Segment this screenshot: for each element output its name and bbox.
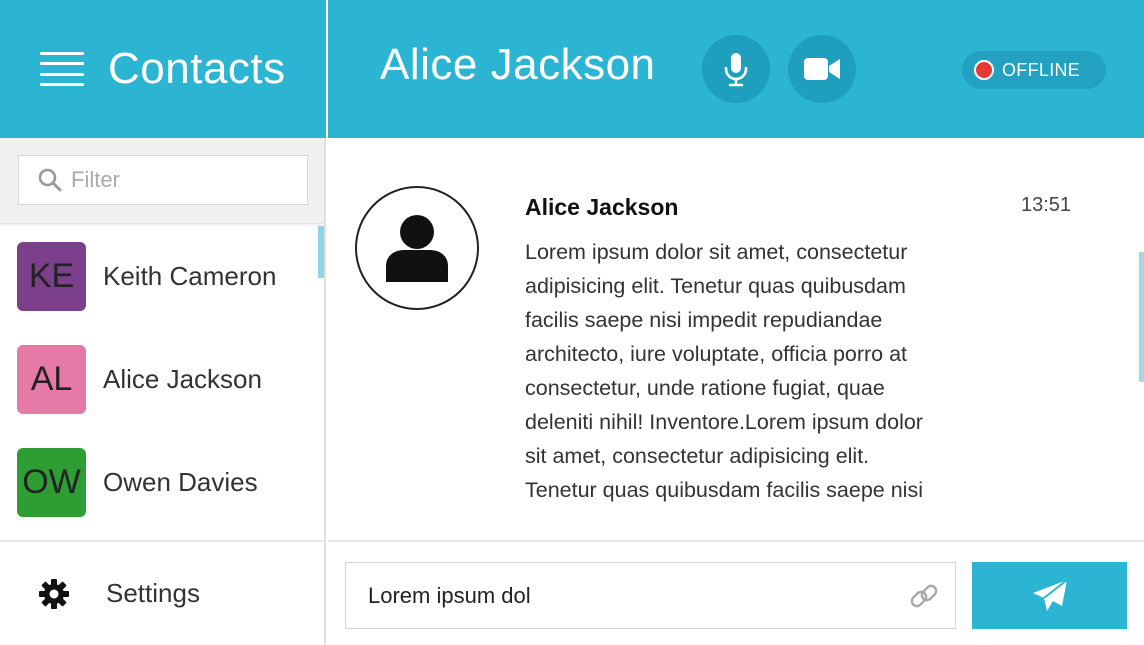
contact-item-owen-davies[interactable]: OW Owen Davies	[0, 432, 318, 532]
message-input[interactable]	[368, 582, 888, 609]
sidebar-title: Contacts	[108, 44, 286, 93]
hamburger-menu-icon[interactable]	[40, 52, 84, 86]
user-silhouette-icon	[386, 215, 448, 282]
avatar: KE	[17, 241, 86, 311]
status-dot	[974, 60, 994, 80]
message-sender: Alice Jackson	[525, 194, 679, 220]
settings-label: Settings	[106, 578, 200, 608]
message-text: Lorem ipsum dolor sit amet, consectetur …	[525, 240, 923, 502]
link-icon[interactable]	[907, 579, 941, 613]
contact-item-keith-cameron[interactable]: KE Keith Cameron	[0, 226, 318, 326]
message-panel[interactable]: Alice Jackson 13:51 Lorem ipsum dolor si…	[328, 138, 1144, 540]
microphone-icon	[724, 53, 748, 87]
contact-list-scrollbar[interactable]	[318, 226, 324, 278]
gear-icon	[39, 578, 69, 609]
message-timestamp: 13:51	[1021, 194, 1072, 216]
video-call-button[interactable]	[788, 35, 856, 103]
status-badge: OFFLINE	[962, 51, 1106, 89]
send-button[interactable]	[972, 562, 1127, 629]
chat-title: Alice Jackson	[380, 40, 656, 89]
search-icon	[38, 168, 62, 192]
status-text: OFFLINE	[1002, 59, 1081, 80]
message-avatar	[355, 186, 479, 310]
contact-name: Alice Jackson	[103, 363, 262, 394]
message-composer	[328, 540, 1144, 645]
sidebar-header: Contacts	[0, 0, 326, 138]
contact-list[interactable]: KE Keith Cameron AL Alice Jackson OW Owe…	[0, 226, 324, 540]
message-field[interactable]	[345, 562, 956, 629]
filter-input[interactable]	[71, 167, 291, 193]
avatar: AL	[17, 344, 86, 414]
filter-section	[0, 138, 324, 224]
contact-item-alice-jackson[interactable]: AL Alice Jackson	[0, 329, 318, 429]
microphone-button[interactable]	[702, 35, 770, 103]
contact-name: Keith Cameron	[103, 260, 277, 291]
avatar: OW	[17, 447, 86, 517]
contacts-sidebar: Contacts KE Keith Cameron AL Alice Jacks…	[0, 0, 326, 645]
video-camera-icon	[804, 58, 840, 80]
message-scrollbar[interactable]	[1139, 252, 1144, 382]
filter-field[interactable]	[18, 155, 308, 205]
contact-name: Owen Davies	[103, 466, 258, 497]
paper-plane-icon	[1032, 578, 1068, 611]
chat-header: Alice Jackson OFFLINE	[328, 0, 1144, 138]
settings-button[interactable]: Settings	[0, 540, 324, 645]
